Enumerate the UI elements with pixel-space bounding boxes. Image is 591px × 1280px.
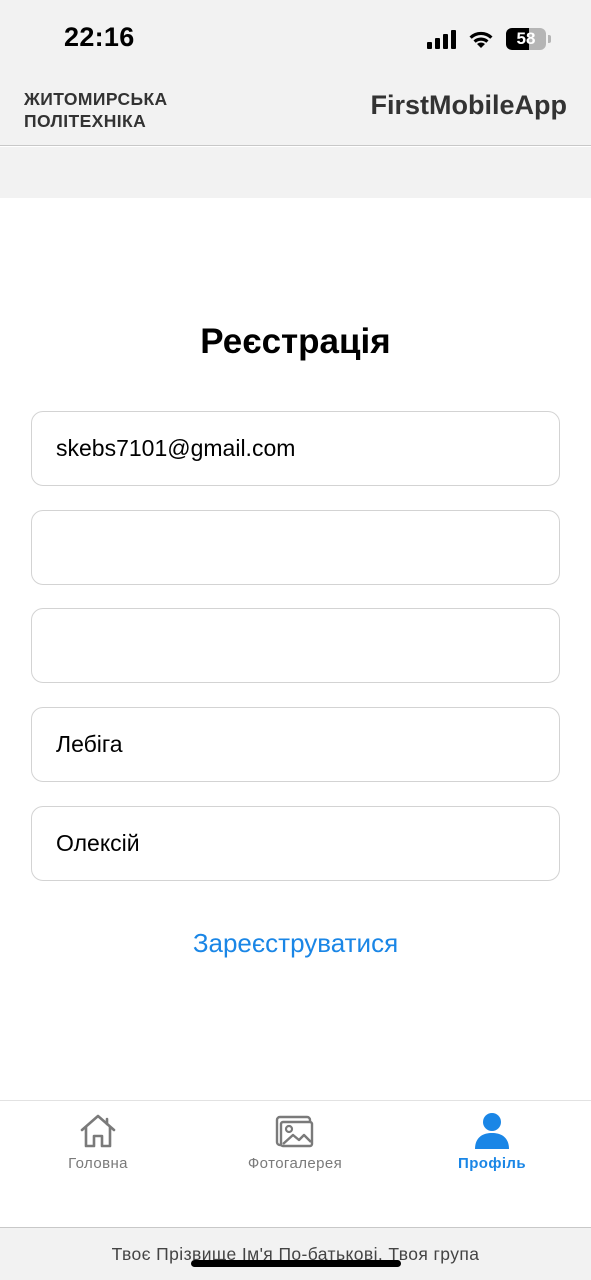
status-bar: 22:16 58 — [0, 0, 591, 72]
tab-home[interactable]: Головна — [18, 1111, 178, 1172]
tab-bar: Головна Фотогалерея Профіль — [0, 1100, 591, 1226]
app-title: FirstMobileApp — [370, 90, 568, 120]
app-screen: 22:16 58 ЖИТОМИРСЬКА ПОЛІТЕХНІКА FirstMo… — [0, 0, 591, 1280]
university-logo: ЖИТОМИРСЬКА ПОЛІТЕХНІКА — [24, 88, 214, 132]
page-title: Реєстрація — [200, 322, 391, 361]
status-icons: 58 — [427, 26, 551, 52]
header-spacer — [0, 147, 591, 198]
tab-gallery[interactable]: Фотогалерея — [215, 1111, 375, 1172]
tab-gallery-label: Фотогалерея — [247, 1155, 343, 1172]
tab-profile[interactable]: Профіль — [412, 1111, 572, 1172]
profile-icon — [475, 1113, 509, 1149]
battery-cap — [548, 35, 551, 43]
logo-line-2: ПОЛІТЕХНІКА — [24, 111, 147, 131]
tab-profile-label: Профіль — [458, 1155, 526, 1172]
status-time: 22:16 — [64, 22, 135, 52]
register-button[interactable]: Зареєструватися — [0, 928, 591, 959]
signal-icon — [427, 29, 456, 49]
email-field[interactable] — [31, 411, 560, 486]
logo-line-1: ЖИТОМИРСЬКА — [24, 89, 168, 109]
app-header: ЖИТОМИРСЬКА ПОЛІТЕХНІКА FirstMobileApp — [0, 72, 591, 146]
home-icon — [80, 1114, 116, 1148]
footer: Твоє Прізвище Ім'я По-батькові, Твоя гру… — [0, 1227, 591, 1280]
battery-level: 58 — [516, 29, 536, 48]
tab-home-label: Головна — [68, 1155, 128, 1172]
wifi-icon — [468, 29, 494, 49]
gallery-icon — [275, 1115, 314, 1148]
battery-icon: 58 — [506, 28, 546, 50]
home-indicator[interactable] — [191, 1260, 401, 1267]
password-field[interactable] — [31, 510, 560, 585]
first-name-field[interactable] — [31, 806, 560, 881]
confirm-password-field[interactable] — [31, 608, 560, 683]
last-name-field[interactable] — [31, 707, 560, 782]
